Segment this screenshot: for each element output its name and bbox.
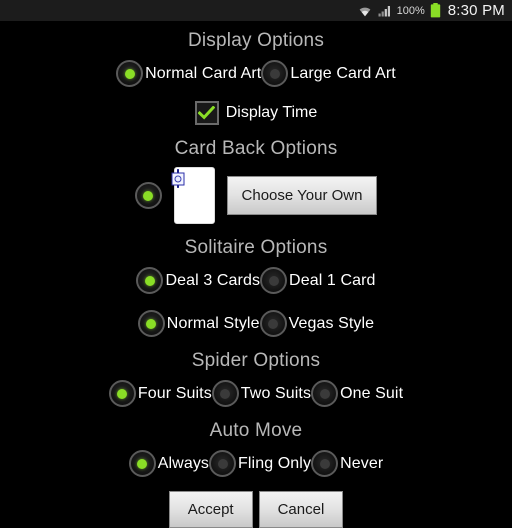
cellular-signal-icon bbox=[378, 4, 392, 17]
radio-label-four-suits: Four Suits bbox=[137, 384, 212, 402]
radio-item-normal-style[interactable]: Normal Style bbox=[137, 310, 260, 337]
section-title-display-options: Display Options bbox=[187, 30, 325, 51]
radio-item-four-suits[interactable]: Four Suits bbox=[108, 380, 212, 407]
accept-button[interactable]: Accept bbox=[168, 491, 253, 528]
radio-card-back-default[interactable] bbox=[134, 182, 162, 209]
radio-two-suits[interactable] bbox=[211, 380, 239, 407]
choose-your-own-button[interactable]: Choose Your Own bbox=[226, 176, 378, 215]
radio-one-suit[interactable] bbox=[311, 380, 339, 407]
radio-label-two-suits: Two Suits bbox=[240, 384, 312, 402]
radio-item-deal-3-cards[interactable]: Deal 3 Cards bbox=[136, 267, 260, 294]
check-icon bbox=[198, 106, 216, 120]
radio-vegas-style[interactable] bbox=[259, 310, 287, 337]
radio-deal-3-cards[interactable] bbox=[136, 267, 164, 294]
solitaire-deal-radio-group: Deal 3 Cards Deal 1 Card bbox=[0, 267, 512, 294]
battery-percent-label: 100% bbox=[396, 4, 425, 17]
battery-full-icon bbox=[430, 3, 441, 18]
checkbox-display-time[interactable] bbox=[194, 101, 219, 125]
status-bar: 100% 8:30 PM bbox=[0, 0, 512, 21]
blue-card-back-icon[interactable] bbox=[173, 167, 215, 224]
status-bar-clock: 8:30 PM bbox=[447, 2, 505, 19]
radio-label-normal-card-art: Normal Card Art bbox=[145, 64, 262, 82]
radio-four-suits[interactable] bbox=[108, 380, 136, 407]
radio-item-normal-card-art[interactable]: Normal Card Art bbox=[116, 60, 261, 87]
radio-label-deal-1-card: Deal 1 Card bbox=[289, 271, 376, 289]
radio-item-deal-1-card[interactable]: Deal 1 Card bbox=[260, 267, 375, 294]
radio-large-card-art[interactable] bbox=[261, 60, 289, 87]
radio-label-fling-only: Fling Only bbox=[238, 454, 312, 472]
radio-item-one-suit[interactable]: One Suit bbox=[311, 380, 403, 407]
radio-label-one-suit: One Suit bbox=[340, 384, 404, 402]
radio-fling-only[interactable] bbox=[209, 450, 237, 477]
wifi-icon bbox=[357, 4, 373, 17]
checkbox-label-display-time: Display Time bbox=[225, 104, 318, 121]
radio-label-never: Never bbox=[340, 454, 384, 472]
spider-suits-radio-group: Four Suits Two Suits One Suit bbox=[0, 380, 512, 407]
radio-label-vegas-style: Vegas Style bbox=[288, 314, 375, 332]
radio-never[interactable] bbox=[311, 450, 339, 477]
section-title-solitaire-options: Solitaire Options bbox=[184, 237, 328, 258]
cancel-button[interactable]: Cancel bbox=[258, 491, 344, 528]
radio-item-vegas-style[interactable]: Vegas Style bbox=[259, 310, 375, 337]
footer-button-row: Accept Cancel bbox=[0, 491, 512, 528]
section-title-auto-move: Auto Move bbox=[209, 420, 303, 441]
auto-move-radio-group: Always Fling Only Never bbox=[0, 450, 512, 477]
section-title-card-back-options: Card Back Options bbox=[174, 138, 338, 159]
display-card-art-radio-group: Normal Card Art Large Card Art bbox=[0, 60, 512, 87]
section-title-spider-options: Spider Options bbox=[191, 350, 321, 371]
radio-label-normal-style: Normal Style bbox=[166, 314, 260, 332]
settings-panel: Display Options Normal Card Art Large Ca… bbox=[0, 21, 512, 528]
radio-item-large-card-art[interactable]: Large Card Art bbox=[261, 60, 396, 87]
radio-deal-1-card[interactable] bbox=[260, 267, 288, 294]
radio-normal-style[interactable] bbox=[137, 310, 165, 337]
card-back-row: Choose Your Own bbox=[0, 167, 512, 224]
radio-label-deal-3-cards: Deal 3 Cards bbox=[165, 271, 261, 289]
solitaire-style-radio-group: Normal Style Vegas Style bbox=[0, 310, 512, 337]
radio-label-always: Always bbox=[157, 454, 210, 472]
radio-item-fling-only[interactable]: Fling Only bbox=[209, 450, 311, 477]
radio-item-always[interactable]: Always bbox=[128, 450, 210, 477]
radio-label-large-card-art: Large Card Art bbox=[290, 64, 396, 82]
radio-item-two-suits[interactable]: Two Suits bbox=[211, 380, 312, 407]
display-time-row[interactable]: Display Time bbox=[0, 101, 512, 125]
radio-always[interactable] bbox=[128, 450, 156, 477]
radio-item-never[interactable]: Never bbox=[311, 450, 383, 477]
radio-normal-card-art[interactable] bbox=[116, 60, 144, 87]
